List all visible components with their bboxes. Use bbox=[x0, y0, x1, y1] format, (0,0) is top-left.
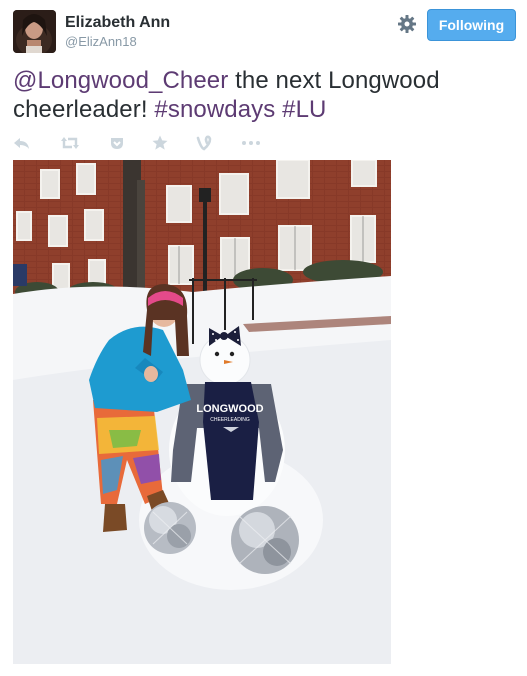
user-name[interactable]: Elizabeth Ann bbox=[65, 14, 170, 32]
tweet-card: Elizabeth Ann @ElizAnn18 Following @Long… bbox=[0, 0, 527, 676]
shirt-text: LONGWOOD bbox=[196, 403, 263, 415]
mention-link[interactable]: @Longwood_Cheer bbox=[13, 67, 228, 94]
tweet-text: @Longwood_Cheer the next Longwood cheerl… bbox=[13, 66, 513, 124]
tweet-actions bbox=[13, 134, 313, 154]
favorite-icon[interactable] bbox=[151, 134, 169, 152]
hashtag-link-lu[interactable]: #LU bbox=[282, 96, 326, 123]
gear-icon[interactable] bbox=[397, 14, 417, 34]
hashtag-link-snowdays[interactable]: #snowdays bbox=[154, 96, 275, 123]
avatar[interactable] bbox=[13, 10, 56, 53]
more-icon[interactable] bbox=[241, 134, 261, 152]
retweet-icon[interactable] bbox=[60, 134, 80, 152]
following-button[interactable]: Following bbox=[427, 9, 516, 41]
tweet-photo[interactable]: LONGWOOD CHEERLEADING bbox=[13, 160, 391, 664]
vine-icon[interactable] bbox=[195, 134, 213, 152]
reply-icon[interactable] bbox=[13, 134, 31, 152]
pocket-icon[interactable] bbox=[108, 134, 126, 152]
shirt-subtext: CHEERLEADING bbox=[210, 417, 250, 423]
user-handle[interactable]: @ElizAnn18 bbox=[65, 34, 137, 49]
